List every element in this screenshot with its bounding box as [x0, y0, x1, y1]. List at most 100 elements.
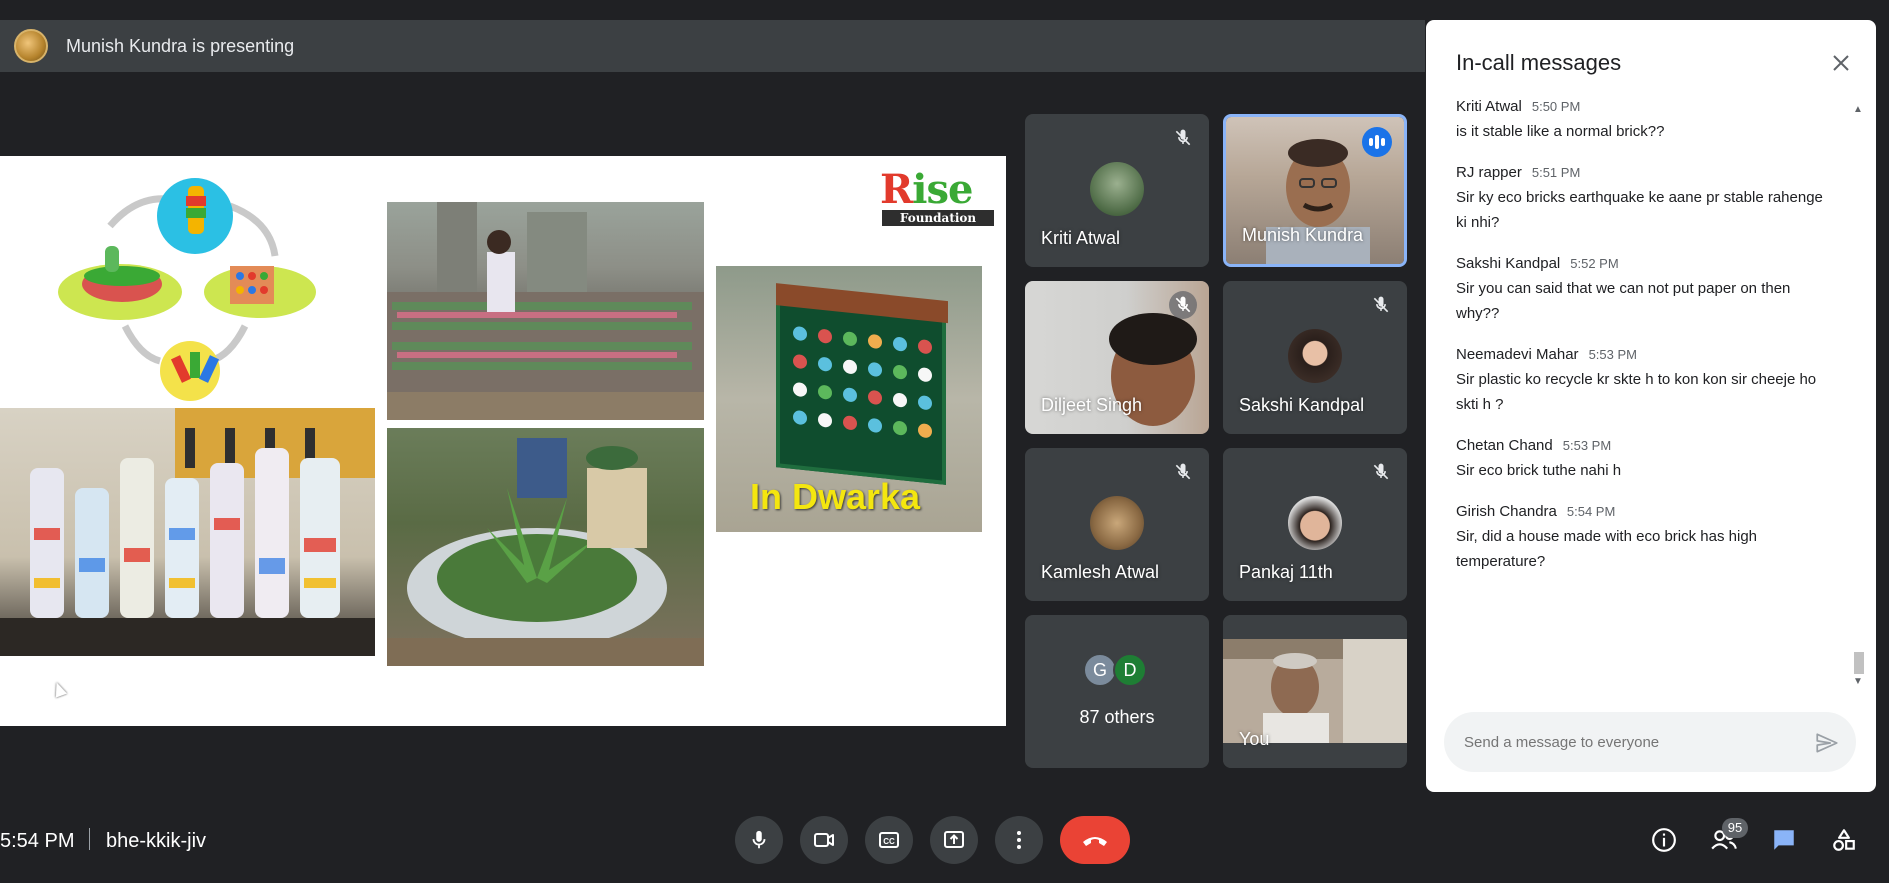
message-sender: Chetan Chand: [1456, 437, 1553, 454]
mic-off-icon: [1169, 124, 1197, 152]
presenting-banner: Munish Kundra is presenting: [0, 20, 1425, 72]
presentation-slide: In Dwarka Rise Foundation: [0, 156, 1006, 726]
activities-icon: [1833, 829, 1855, 851]
captions-icon: CC: [879, 832, 899, 848]
scroll-up-arrow-icon[interactable]: ▲: [1852, 104, 1864, 116]
chat-message-input[interactable]: [1444, 712, 1856, 772]
bottle-wall-photo: [387, 202, 704, 420]
chat-message: Neemadevi Mahar 5:53 PM Sir plastic ko re…: [1456, 346, 1836, 417]
info-icon: [1652, 828, 1676, 852]
chat-button[interactable]: [1764, 820, 1804, 860]
close-chat-button[interactable]: [1826, 48, 1856, 78]
present-screen-icon: [944, 831, 964, 848]
chat-scrollbar-thumb[interactable]: [1854, 652, 1864, 674]
present-now-button[interactable]: [930, 816, 978, 864]
others-avatars: G D: [1083, 653, 1147, 687]
dwarka-caption: In Dwarka: [750, 476, 921, 517]
participant-tile-pankaj[interactable]: Pankaj 11th: [1223, 448, 1407, 601]
presenting-text: Munish Kundra is presenting: [66, 35, 295, 56]
chat-message: Kriti Atwal 5:50 PM is it stable like a n…: [1456, 98, 1836, 144]
rise-foundation-logo: Rise Foundation: [880, 160, 998, 226]
rise-logo-subtitle: Foundation: [882, 210, 994, 226]
message-text: Sir you can said that we can not put pap…: [1456, 280, 1791, 322]
others-count-label: 87 others: [1079, 707, 1155, 727]
more-options-button[interactable]: [995, 816, 1043, 864]
message-time: 5:51 PM: [1531, 165, 1581, 180]
message-sender: Kriti Atwal: [1456, 98, 1522, 115]
participant-tile-diljeet[interactable]: Diljeet Singh: [1025, 281, 1209, 434]
ecobricks-bottles-photo: [0, 408, 375, 656]
message-time: 5:50 PM: [1531, 99, 1581, 114]
avatar: D: [1113, 653, 1147, 687]
scroll-down-arrow-icon[interactable]: ▼: [1852, 676, 1864, 688]
chat-message: RJ rapper 5:51 PM Sir ky eco bricks earth…: [1456, 164, 1836, 235]
camera-button[interactable]: [800, 816, 848, 864]
chat-message: Girish Chandra 5:54 PM Sir, did a house m…: [1456, 503, 1836, 574]
participant-tile-kriti[interactable]: Kriti Atwal: [1025, 114, 1209, 267]
send-icon: [1816, 733, 1838, 753]
message-text: is it stable like a normal brick??: [1456, 123, 1665, 140]
mic-off-icon: [1169, 458, 1197, 486]
message-time: 5:53 PM: [1588, 347, 1637, 362]
avatar: [1090, 162, 1144, 216]
participant-tile-munish[interactable]: Munish Kundra: [1223, 114, 1407, 267]
participant-tile-you[interactable]: You: [1223, 615, 1407, 768]
camera-icon: [814, 833, 834, 847]
participant-name: Sakshi Kandpal: [1239, 395, 1365, 415]
message-time: 5:52 PM: [1570, 256, 1619, 271]
meeting-clock: 5:54 PM: [0, 830, 75, 852]
speaking-indicator-icon: [1362, 127, 1392, 157]
participant-count-badge: 95: [1722, 818, 1748, 838]
chat-message: Sakshi Kandpal 5:52 PM Sir you can said t…: [1456, 255, 1836, 326]
avatar: G: [1083, 653, 1117, 687]
chat-icon: [1774, 830, 1794, 850]
avatar: [1090, 496, 1144, 550]
participant-name: You: [1239, 729, 1270, 749]
participant-tile-kamlesh[interactable]: Kamlesh Atwal: [1025, 448, 1209, 601]
microphone-button[interactable]: [735, 816, 783, 864]
participant-name: Pankaj 11th: [1239, 562, 1333, 582]
message-text: Sir eco brick tuthe nahi h: [1456, 462, 1622, 479]
meeting-code: bhe-kkik-jiv: [106, 830, 207, 852]
bottom-control-bar: 5:54 PM bhe-kkik-jiv CC 95: [0, 800, 1889, 883]
people-button[interactable]: 95: [1704, 818, 1748, 860]
dwarka-bench-photo: In Dwarka: [716, 266, 982, 532]
captions-button[interactable]: CC: [865, 816, 913, 864]
recycle-cycle-graphic: [50, 176, 330, 406]
rise-logo-word: Rise: [880, 166, 973, 213]
send-message-button[interactable]: [1814, 730, 1840, 756]
participant-name: Munish Kundra: [1242, 225, 1364, 245]
close-icon: [1833, 55, 1849, 71]
participant-tile-sakshi[interactable]: Sakshi Kandpal: [1223, 281, 1407, 434]
participant-name: Diljeet Singh: [1041, 395, 1143, 415]
avatar: [1288, 496, 1342, 550]
participant-tile-others[interactable]: G D 87 others: [1025, 615, 1209, 768]
chat-panel: In-call messages Kriti Atwal 5:50 PM is i…: [1426, 20, 1876, 792]
end-call-icon: [1083, 837, 1107, 846]
chat-title: In-call messages: [1456, 50, 1622, 75]
chat-message: Chetan Chand 5:53 PM Sir eco brick tuthe …: [1456, 437, 1836, 483]
message-sender: RJ rapper: [1456, 164, 1522, 181]
activities-button[interactable]: [1824, 820, 1864, 860]
message-sender: Girish Chandra: [1456, 503, 1557, 520]
message-time: 5:54 PM: [1566, 504, 1616, 519]
more-options-icon: [1017, 831, 1021, 849]
message-text: Sir plastic ko recycle kr skte h to kon …: [1456, 371, 1817, 413]
message-time: 5:53 PM: [1562, 438, 1612, 453]
end-call-button[interactable]: [1060, 816, 1130, 864]
chat-message-list[interactable]: Kriti Atwal 5:50 PM is it stable like a n…: [1456, 98, 1836, 594]
participant-name: Kriti Atwal: [1041, 228, 1121, 248]
mic-off-icon: [1367, 291, 1395, 319]
message-text: Sir ky eco bricks earthquake ke aane pr …: [1456, 189, 1823, 231]
ecobrick-bench: [776, 283, 948, 485]
svg-text:CC: CC: [883, 837, 895, 846]
meeting-details-button[interactable]: [1644, 820, 1684, 860]
message-text: Sir, did a house made with eco brick has…: [1456, 528, 1758, 570]
presenter-avatar: [14, 29, 48, 63]
mic-icon: [752, 830, 766, 849]
bottle-garden-photo: [387, 428, 704, 666]
mic-off-icon: [1169, 291, 1197, 319]
participant-name: Kamlesh Atwal: [1041, 562, 1160, 582]
message-sender: Neemadevi Mahar: [1456, 346, 1579, 363]
divider: [89, 828, 90, 850]
